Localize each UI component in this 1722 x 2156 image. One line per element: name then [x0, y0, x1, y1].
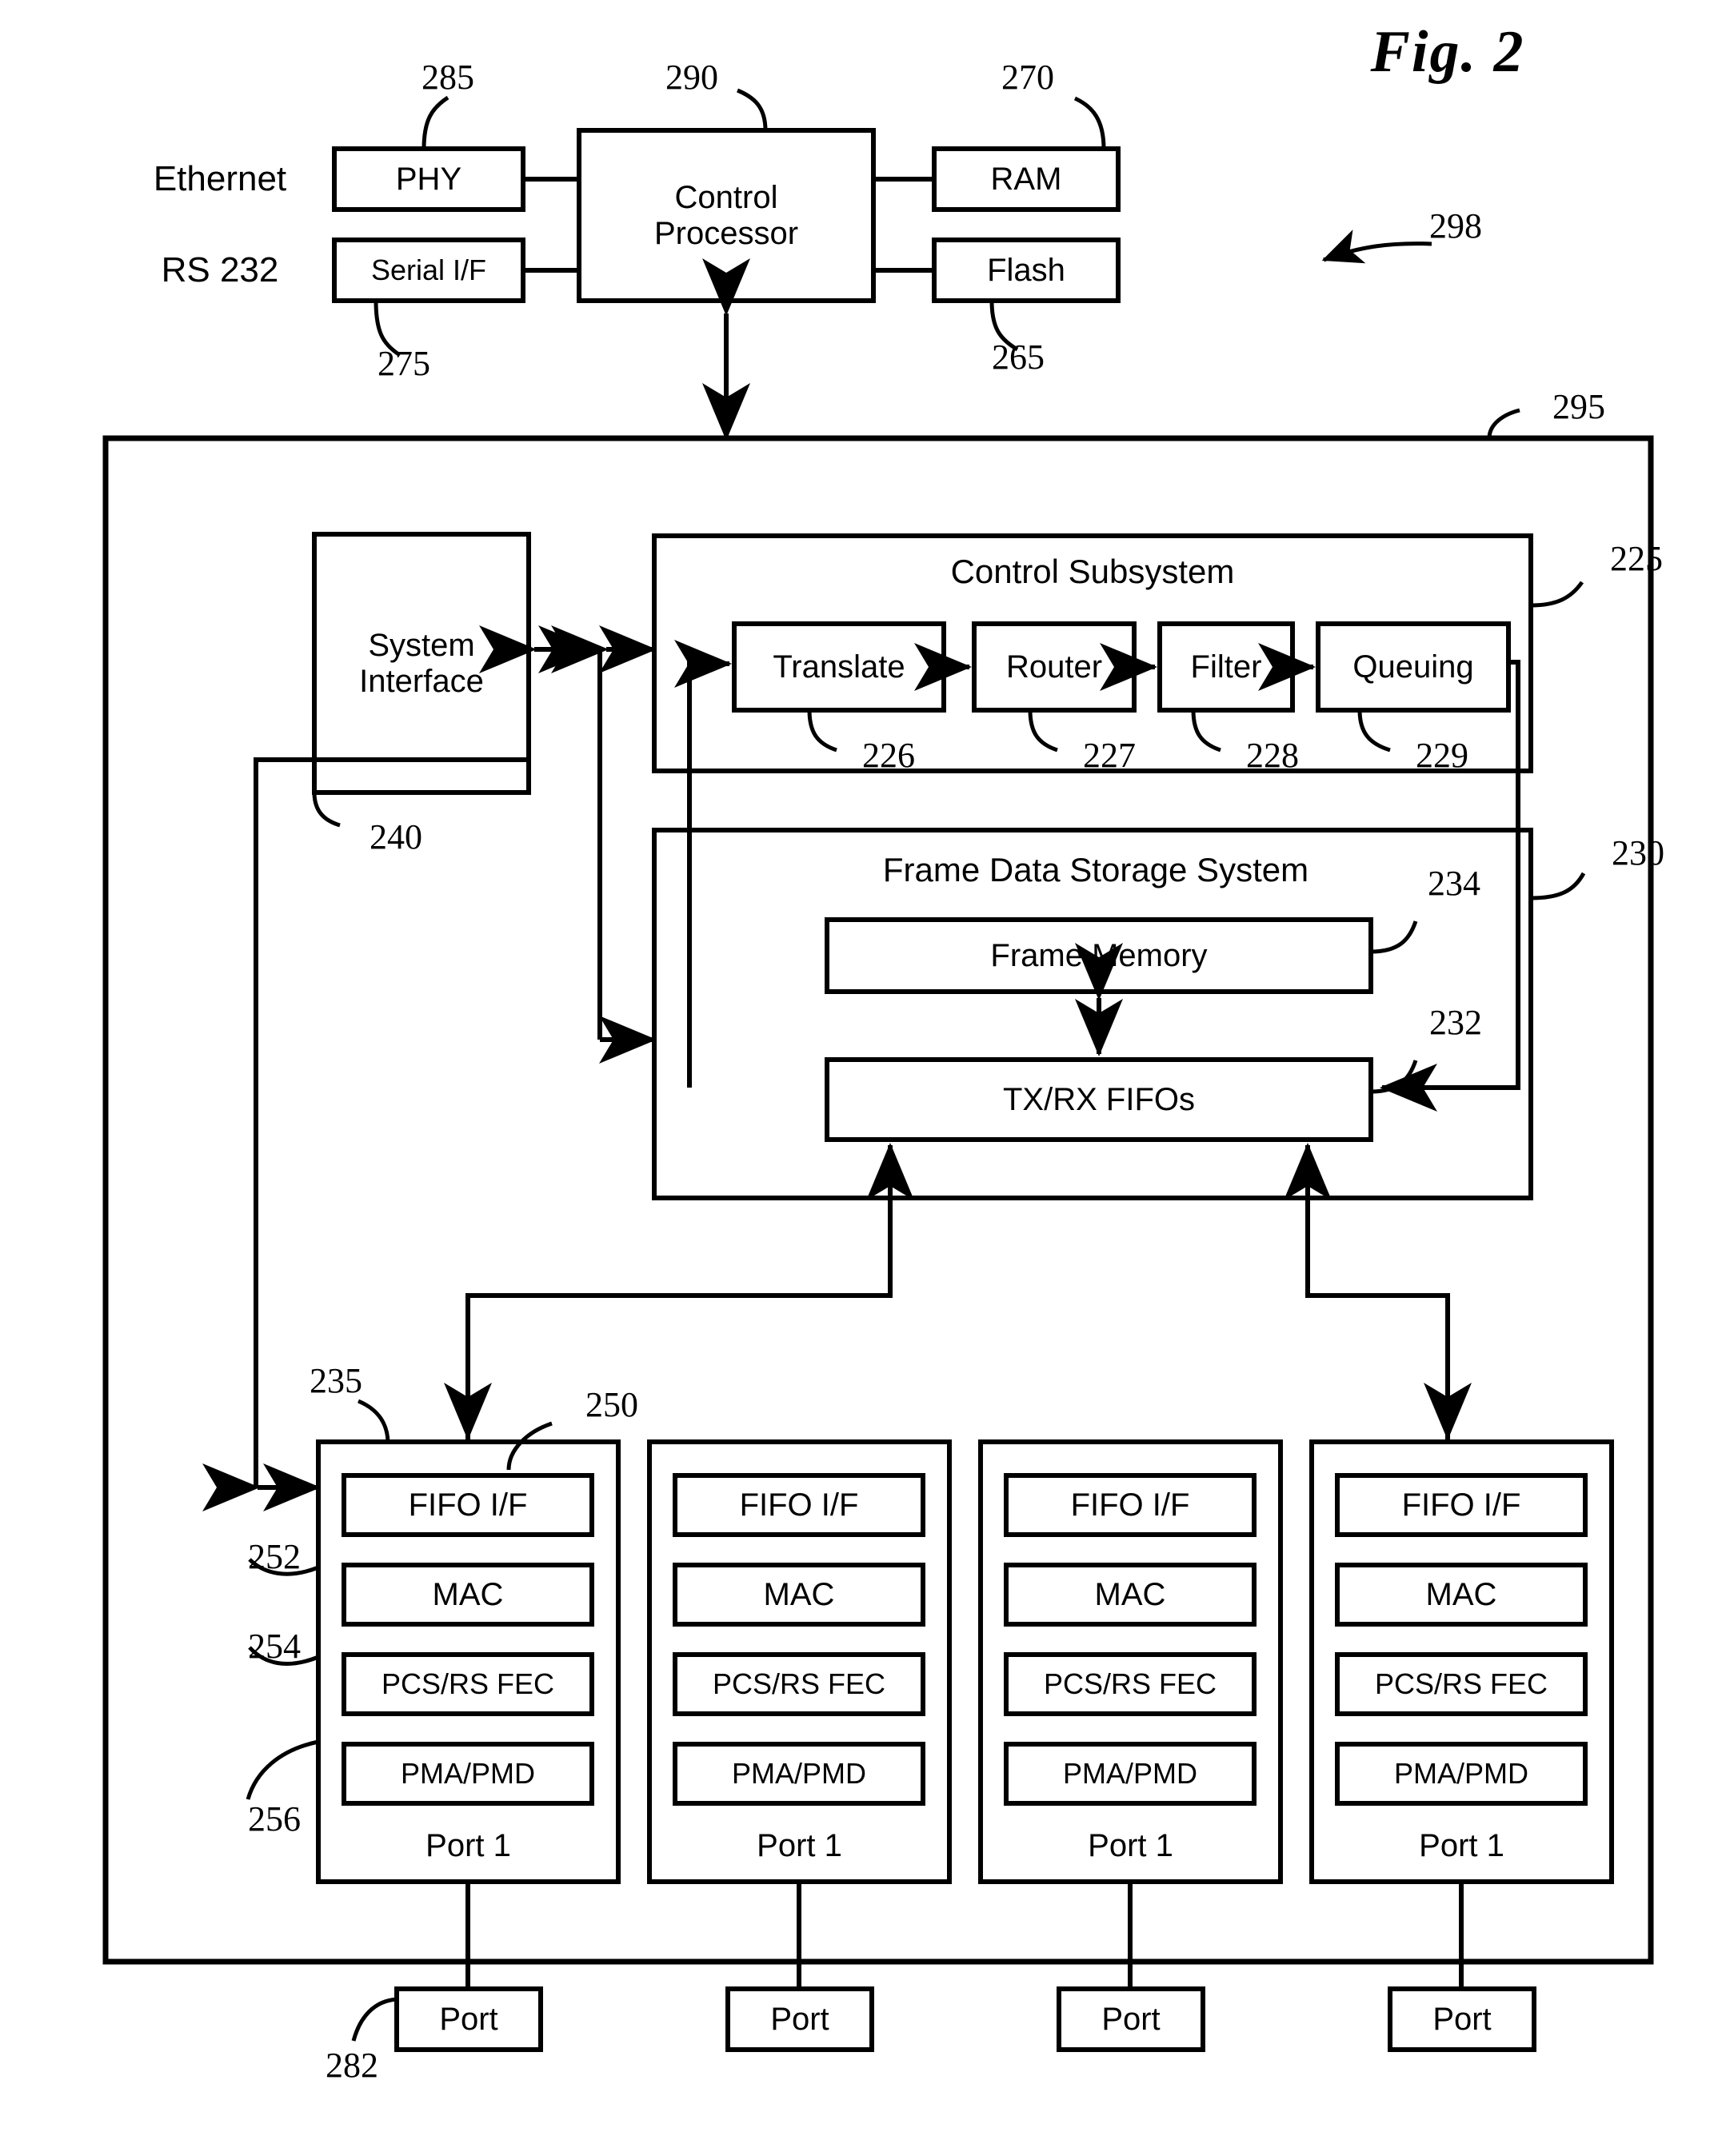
port4-to-fifos-path [1284, 1143, 1450, 1439]
port-layer-label: PMA/PMD [400, 1756, 535, 1790]
ref-235: 235 [310, 1361, 362, 1401]
port-layer-label: FIFO I/F [1070, 1487, 1190, 1523]
ref-282: 282 [326, 2046, 378, 2086]
ref-295: 295 [1552, 387, 1605, 427]
port-layer-label: PMA/PMD [731, 1756, 866, 1790]
ref-285: 285 [422, 58, 474, 98]
leader-256 [246, 1739, 319, 1800]
leader-250 [506, 1421, 553, 1471]
ref-275: 275 [378, 344, 430, 384]
port-layer-label: PMA/PMD [1062, 1756, 1197, 1790]
ref-229: 229 [1416, 736, 1468, 776]
port-layer-label: PCS/RS FEC [712, 1667, 886, 1700]
ref-270: 270 [1001, 58, 1054, 98]
ram-label: RAM [990, 161, 1062, 197]
port-layer-label: MAC [432, 1576, 504, 1612]
ref-225: 225 [1610, 539, 1663, 579]
ref-226: 226 [862, 736, 915, 776]
control-processor-label: Control Processor [653, 179, 799, 251]
leader-285 [422, 95, 449, 150]
frame-memory-label: Frame Memory [990, 937, 1208, 973]
ref-250: 250 [585, 1385, 638, 1425]
port-layer-label: PCS/RS FEC [381, 1667, 555, 1700]
port-name-label: Port 1 [1088, 1827, 1173, 1863]
queuing-label: Queuing [1352, 649, 1474, 685]
ref-228: 228 [1246, 736, 1299, 776]
external-port-label: Port [1101, 2001, 1161, 2037]
external-port-label: Port [1432, 2001, 1492, 2037]
port1-to-fifos-path [465, 1143, 914, 1439]
ref-252: 252 [248, 1537, 301, 1577]
leader-270 [1073, 96, 1106, 150]
ref-232: 232 [1429, 1003, 1482, 1043]
ethernet-label: Ethernet [153, 159, 287, 199]
ref-265: 265 [992, 337, 1045, 377]
port-layer-label: PCS/RS FEC [1374, 1667, 1548, 1700]
frame-storage-title: Frame Data Storage System [882, 851, 1309, 889]
port-layer-label: FIFO I/F [1401, 1487, 1521, 1523]
system-interface-label: System Interface [359, 627, 484, 699]
external-port-label: Port [770, 2001, 829, 2037]
figure-title: Fig. 2 [1370, 18, 1525, 85]
port-name-label: Port 1 [426, 1827, 511, 1863]
port-layer-label: PMA/PMD [1393, 1756, 1528, 1790]
port-name-label: Port 1 [1419, 1827, 1504, 1863]
flash-label: Flash [987, 252, 1065, 288]
port-layer-label: PCS/RS FEC [1043, 1667, 1217, 1700]
port-layer-label: FIFO I/F [739, 1487, 859, 1523]
router-label: Router [1005, 649, 1103, 685]
ref-256: 256 [248, 1799, 301, 1839]
ref-254: 254 [248, 1627, 301, 1667]
ref-234: 234 [1428, 864, 1480, 904]
leader-282 [351, 1997, 398, 2042]
leader-225 [1530, 581, 1584, 608]
external-port-label: Port [439, 2001, 498, 2037]
ref-290: 290 [665, 58, 718, 98]
phy-label: PHY [395, 161, 462, 197]
port-layer-label: MAC [763, 1576, 835, 1612]
ref-227: 227 [1083, 736, 1136, 776]
translate-label: Translate [773, 649, 905, 685]
port-layer-label: FIFO I/F [408, 1487, 528, 1523]
rs232-label: RS 232 [161, 250, 279, 290]
port-layer-label: MAC [1094, 1576, 1166, 1612]
port-name-label: Port 1 [757, 1827, 842, 1863]
control-subsystem-title: Control Subsystem [950, 553, 1235, 591]
serial-if-label: Serial I/F [370, 253, 487, 286]
ref-240: 240 [370, 817, 422, 857]
leader-234 [1370, 920, 1418, 954]
leader-230 [1530, 872, 1586, 900]
filter-label: Filter [1190, 649, 1262, 685]
leader-235 [357, 1399, 390, 1444]
port-layer-label: MAC [1425, 1576, 1497, 1612]
ref-230: 230 [1612, 833, 1664, 873]
txrx-fifos-label: TX/RX FIFOs [1003, 1081, 1195, 1117]
overall-ref-label: 298 [1429, 206, 1482, 246]
